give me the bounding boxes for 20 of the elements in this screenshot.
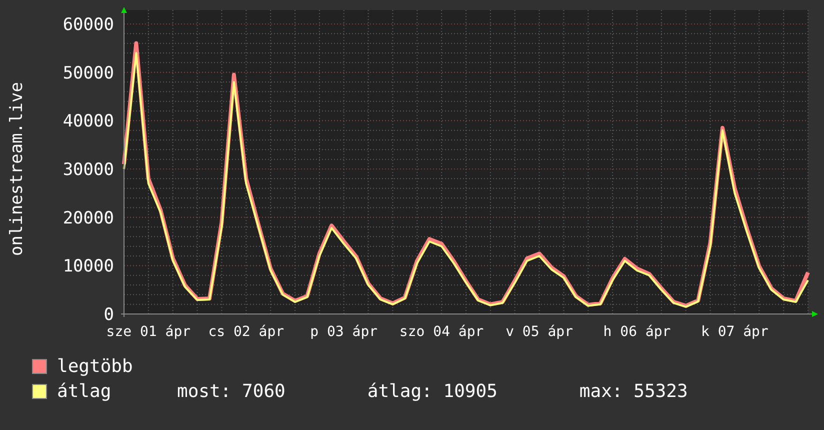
axis-title: onlinestream.live	[7, 82, 27, 256]
axis-tick-label: 0	[104, 305, 114, 325]
legend-label: legtöbb	[57, 356, 133, 377]
axis-tick-label: v 05 ápr	[506, 324, 573, 340]
legend-stat: átlag: 10905	[367, 381, 498, 402]
axis-tick-label: h 06 ápr	[603, 324, 671, 340]
legend-stat: most: 7060	[177, 381, 286, 402]
axis-tick-label: 50000	[62, 63, 114, 84]
axis-tick-label: 10000	[62, 256, 114, 277]
axis-tick-label: 30000	[62, 160, 114, 180]
axis-tick-label: sze 01 ápr	[106, 324, 191, 340]
axis-tick-label: 60000	[62, 15, 114, 35]
axis-tick-label: 40000	[62, 112, 114, 132]
axis-tick-label: p 03 ápr	[310, 324, 378, 340]
axis-tick-label: k 07 ápr	[701, 324, 768, 340]
legend-label: átlag	[57, 381, 112, 402]
axis-tick-label: szo 04 ápr	[399, 324, 484, 340]
axis-tick-label: cs 02 ápr	[208, 324, 284, 340]
axis-tick-label: 20000	[62, 208, 114, 228]
legend-stat: max: 55323	[579, 381, 688, 402]
